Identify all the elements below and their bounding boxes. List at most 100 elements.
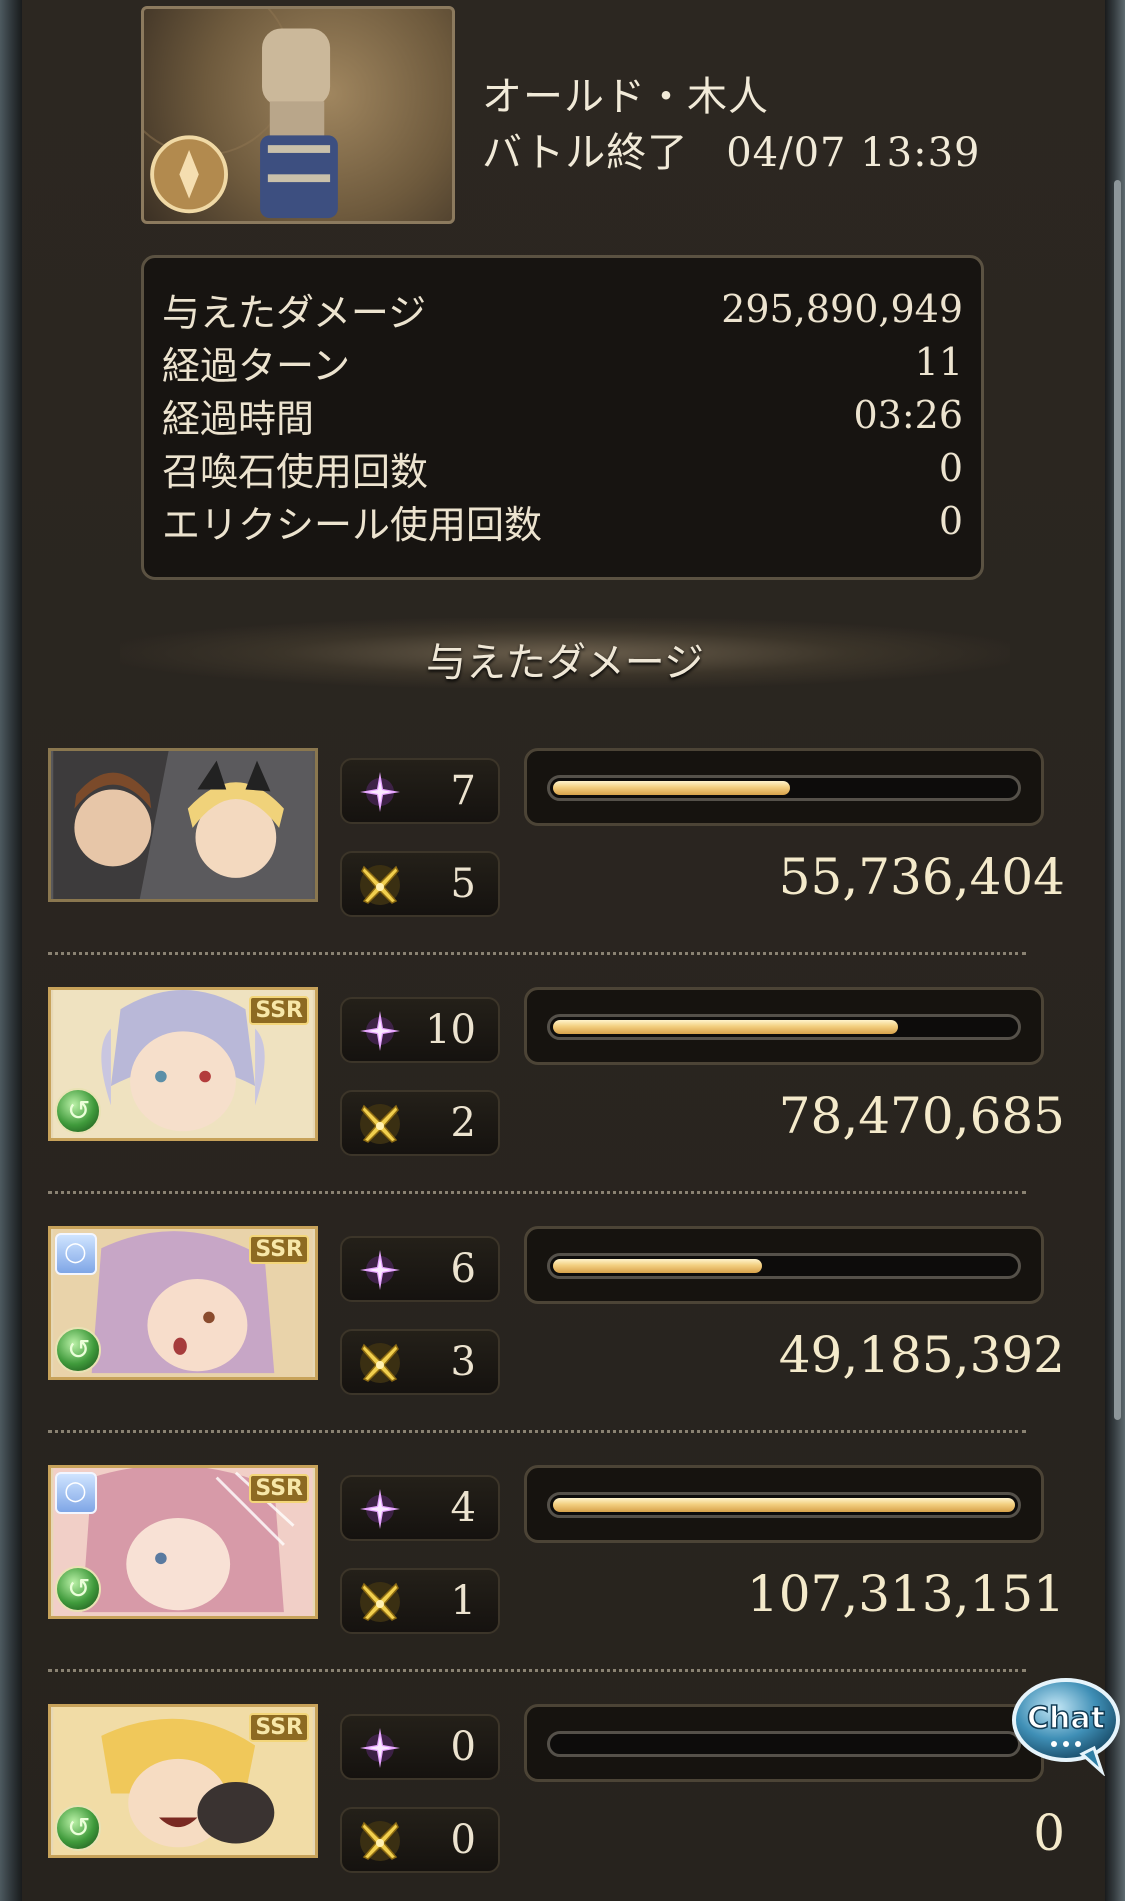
stat-row-elixir-uses: エリクシール使用回数 0 xyxy=(162,496,963,547)
character-row: 7 5 55,736,404 xyxy=(0,748,1125,917)
damage-bar xyxy=(524,1704,1044,1782)
skill-count: 4 xyxy=(450,1485,476,1531)
wind-element-icon: ↺ xyxy=(55,1327,101,1373)
ougi-count-pill: 2 xyxy=(340,1090,500,1156)
battle-status: バトル終了 04/07 13:39 xyxy=(482,120,980,178)
stat-label: 与えたダメージ xyxy=(162,290,427,335)
damage-value: 78,470,685 xyxy=(778,1087,1065,1145)
ougi-count-pill: 0 xyxy=(340,1807,500,1873)
sparkle-icon xyxy=(358,770,402,814)
rarity-badge: SSR xyxy=(249,1474,309,1503)
character-row: SSR ↺ 0 0 0 xyxy=(0,1704,1125,1873)
damage-bar-fill xyxy=(553,1020,898,1034)
stat-value: 11 xyxy=(914,340,963,384)
section-title: 与えたダメージ xyxy=(426,640,704,686)
character-portrait[interactable] xyxy=(48,748,318,902)
crossed-swords-icon xyxy=(358,863,402,907)
rarity-badge: SSR xyxy=(249,1713,309,1742)
character-portrait[interactable]: SSR ↺ xyxy=(48,987,318,1141)
skill-count: 10 xyxy=(425,1007,476,1053)
crossed-swords-icon xyxy=(358,1580,402,1624)
damage-bar-fill xyxy=(553,1259,763,1273)
sparkle-icon xyxy=(358,1726,402,1770)
wind-element-icon: ↺ xyxy=(55,1566,101,1612)
stat-label: 経過時間 xyxy=(162,396,315,441)
character-portrait-image xyxy=(53,751,313,899)
sparkle-icon xyxy=(358,1009,402,1053)
wind-element-icon: ↺ xyxy=(55,1805,101,1851)
stat-label: 経過ターン xyxy=(162,343,351,388)
damage-bar-fill xyxy=(553,781,791,795)
stat-row-summon-uses: 召喚石使用回数 0 xyxy=(162,443,963,494)
skill-count-pill: 7 xyxy=(340,758,500,824)
skill-count-pill: 6 xyxy=(340,1236,500,1302)
row-divider xyxy=(48,1191,1026,1194)
ougi-count-pill: 3 xyxy=(340,1329,500,1395)
ougi-count: 2 xyxy=(450,1100,476,1146)
ougi-count: 1 xyxy=(450,1578,476,1624)
character-portrait[interactable]: SSR ↺ xyxy=(48,1704,318,1858)
wind-element-icon: ↺ xyxy=(55,1088,101,1134)
damage-bar-track xyxy=(547,1731,1021,1757)
battle-stats-box: 与えたダメージ 295,890,949 経過ターン 11 経過時間 03:26 … xyxy=(141,255,984,580)
ougi-count-pill: 1 xyxy=(340,1568,500,1634)
ougi-count-pill: 5 xyxy=(340,851,500,917)
skill-count: 6 xyxy=(450,1246,476,1292)
stat-value: 0 xyxy=(938,446,963,490)
stat-value: 03:26 xyxy=(853,393,963,437)
skill-count: 0 xyxy=(450,1724,476,1770)
stat-row-time: 経過時間 03:26 xyxy=(162,390,963,441)
rarity-badge: SSR xyxy=(249,996,309,1025)
damage-bar-track xyxy=(547,1253,1021,1279)
ougi-count: 5 xyxy=(450,861,476,907)
character-portrait[interactable]: ○ SSR ↺ xyxy=(48,1465,318,1619)
character-portrait[interactable]: ○ SSR ↺ xyxy=(48,1226,318,1380)
damage-bar xyxy=(524,748,1044,826)
damage-value: 55,736,404 xyxy=(778,848,1065,906)
boss-name: オールド・木人 xyxy=(482,74,769,120)
ring-icon: ○ xyxy=(55,1472,97,1514)
crossed-swords-icon xyxy=(358,1819,402,1863)
damage-value: 0 xyxy=(1033,1804,1065,1862)
damage-bar-track xyxy=(547,775,1021,801)
row-divider xyxy=(48,952,1026,955)
rarity-badge: SSR xyxy=(249,1235,309,1264)
skill-count-pill: 10 xyxy=(340,997,500,1063)
row-divider xyxy=(48,1430,1026,1433)
character-row: ○ SSR ↺ 6 3 49,185,392 xyxy=(0,1226,1125,1395)
stat-row-damage: 与えたダメージ 295,890,949 xyxy=(162,284,963,335)
stat-row-turns: 経過ターン 11 xyxy=(162,337,963,388)
stat-value: 295,890,949 xyxy=(721,287,963,331)
damage-value: 107,313,151 xyxy=(746,1565,1065,1623)
sparkle-icon xyxy=(358,1487,402,1531)
damage-bar xyxy=(524,1465,1044,1543)
chat-bubble-icon: Chat xyxy=(1012,1678,1120,1777)
ring-icon: ○ xyxy=(55,1233,97,1275)
crossed-swords-icon xyxy=(358,1102,402,1146)
skill-count: 7 xyxy=(450,768,476,814)
skill-count-pill: 0 xyxy=(340,1714,500,1780)
damage-bar xyxy=(524,987,1044,1065)
ougi-count: 3 xyxy=(450,1339,476,1385)
boss-thumbnail xyxy=(141,6,455,224)
character-row: SSR ↺ 10 2 78,470,685 xyxy=(0,987,1125,1156)
damage-bar-fill xyxy=(553,1498,1015,1512)
row-divider xyxy=(48,1669,1026,1672)
wooden-dummy-image xyxy=(144,9,338,219)
skill-count-pill: 4 xyxy=(340,1475,500,1541)
damage-bar xyxy=(524,1226,1044,1304)
character-row: ○ SSR ↺ 4 1 107,313,151 xyxy=(0,1465,1125,1634)
battle-status-label: バトル終了 xyxy=(482,130,689,176)
damage-bar-track xyxy=(547,1014,1021,1040)
stat-value: 0 xyxy=(938,499,963,543)
sparkle-icon xyxy=(358,1248,402,1292)
chat-label: Chat xyxy=(1027,1701,1105,1736)
stat-label: エリクシール使用回数 xyxy=(162,502,543,547)
stat-label: 召喚石使用回数 xyxy=(162,449,429,494)
crossed-swords-icon xyxy=(358,1341,402,1385)
chat-button[interactable]: Chat xyxy=(1010,1676,1122,1777)
ougi-count: 0 xyxy=(450,1817,476,1863)
damage-value: 49,185,392 xyxy=(778,1326,1065,1384)
damage-bar-track xyxy=(547,1492,1021,1518)
damage-section-header: 与えたダメージ xyxy=(120,618,1010,688)
